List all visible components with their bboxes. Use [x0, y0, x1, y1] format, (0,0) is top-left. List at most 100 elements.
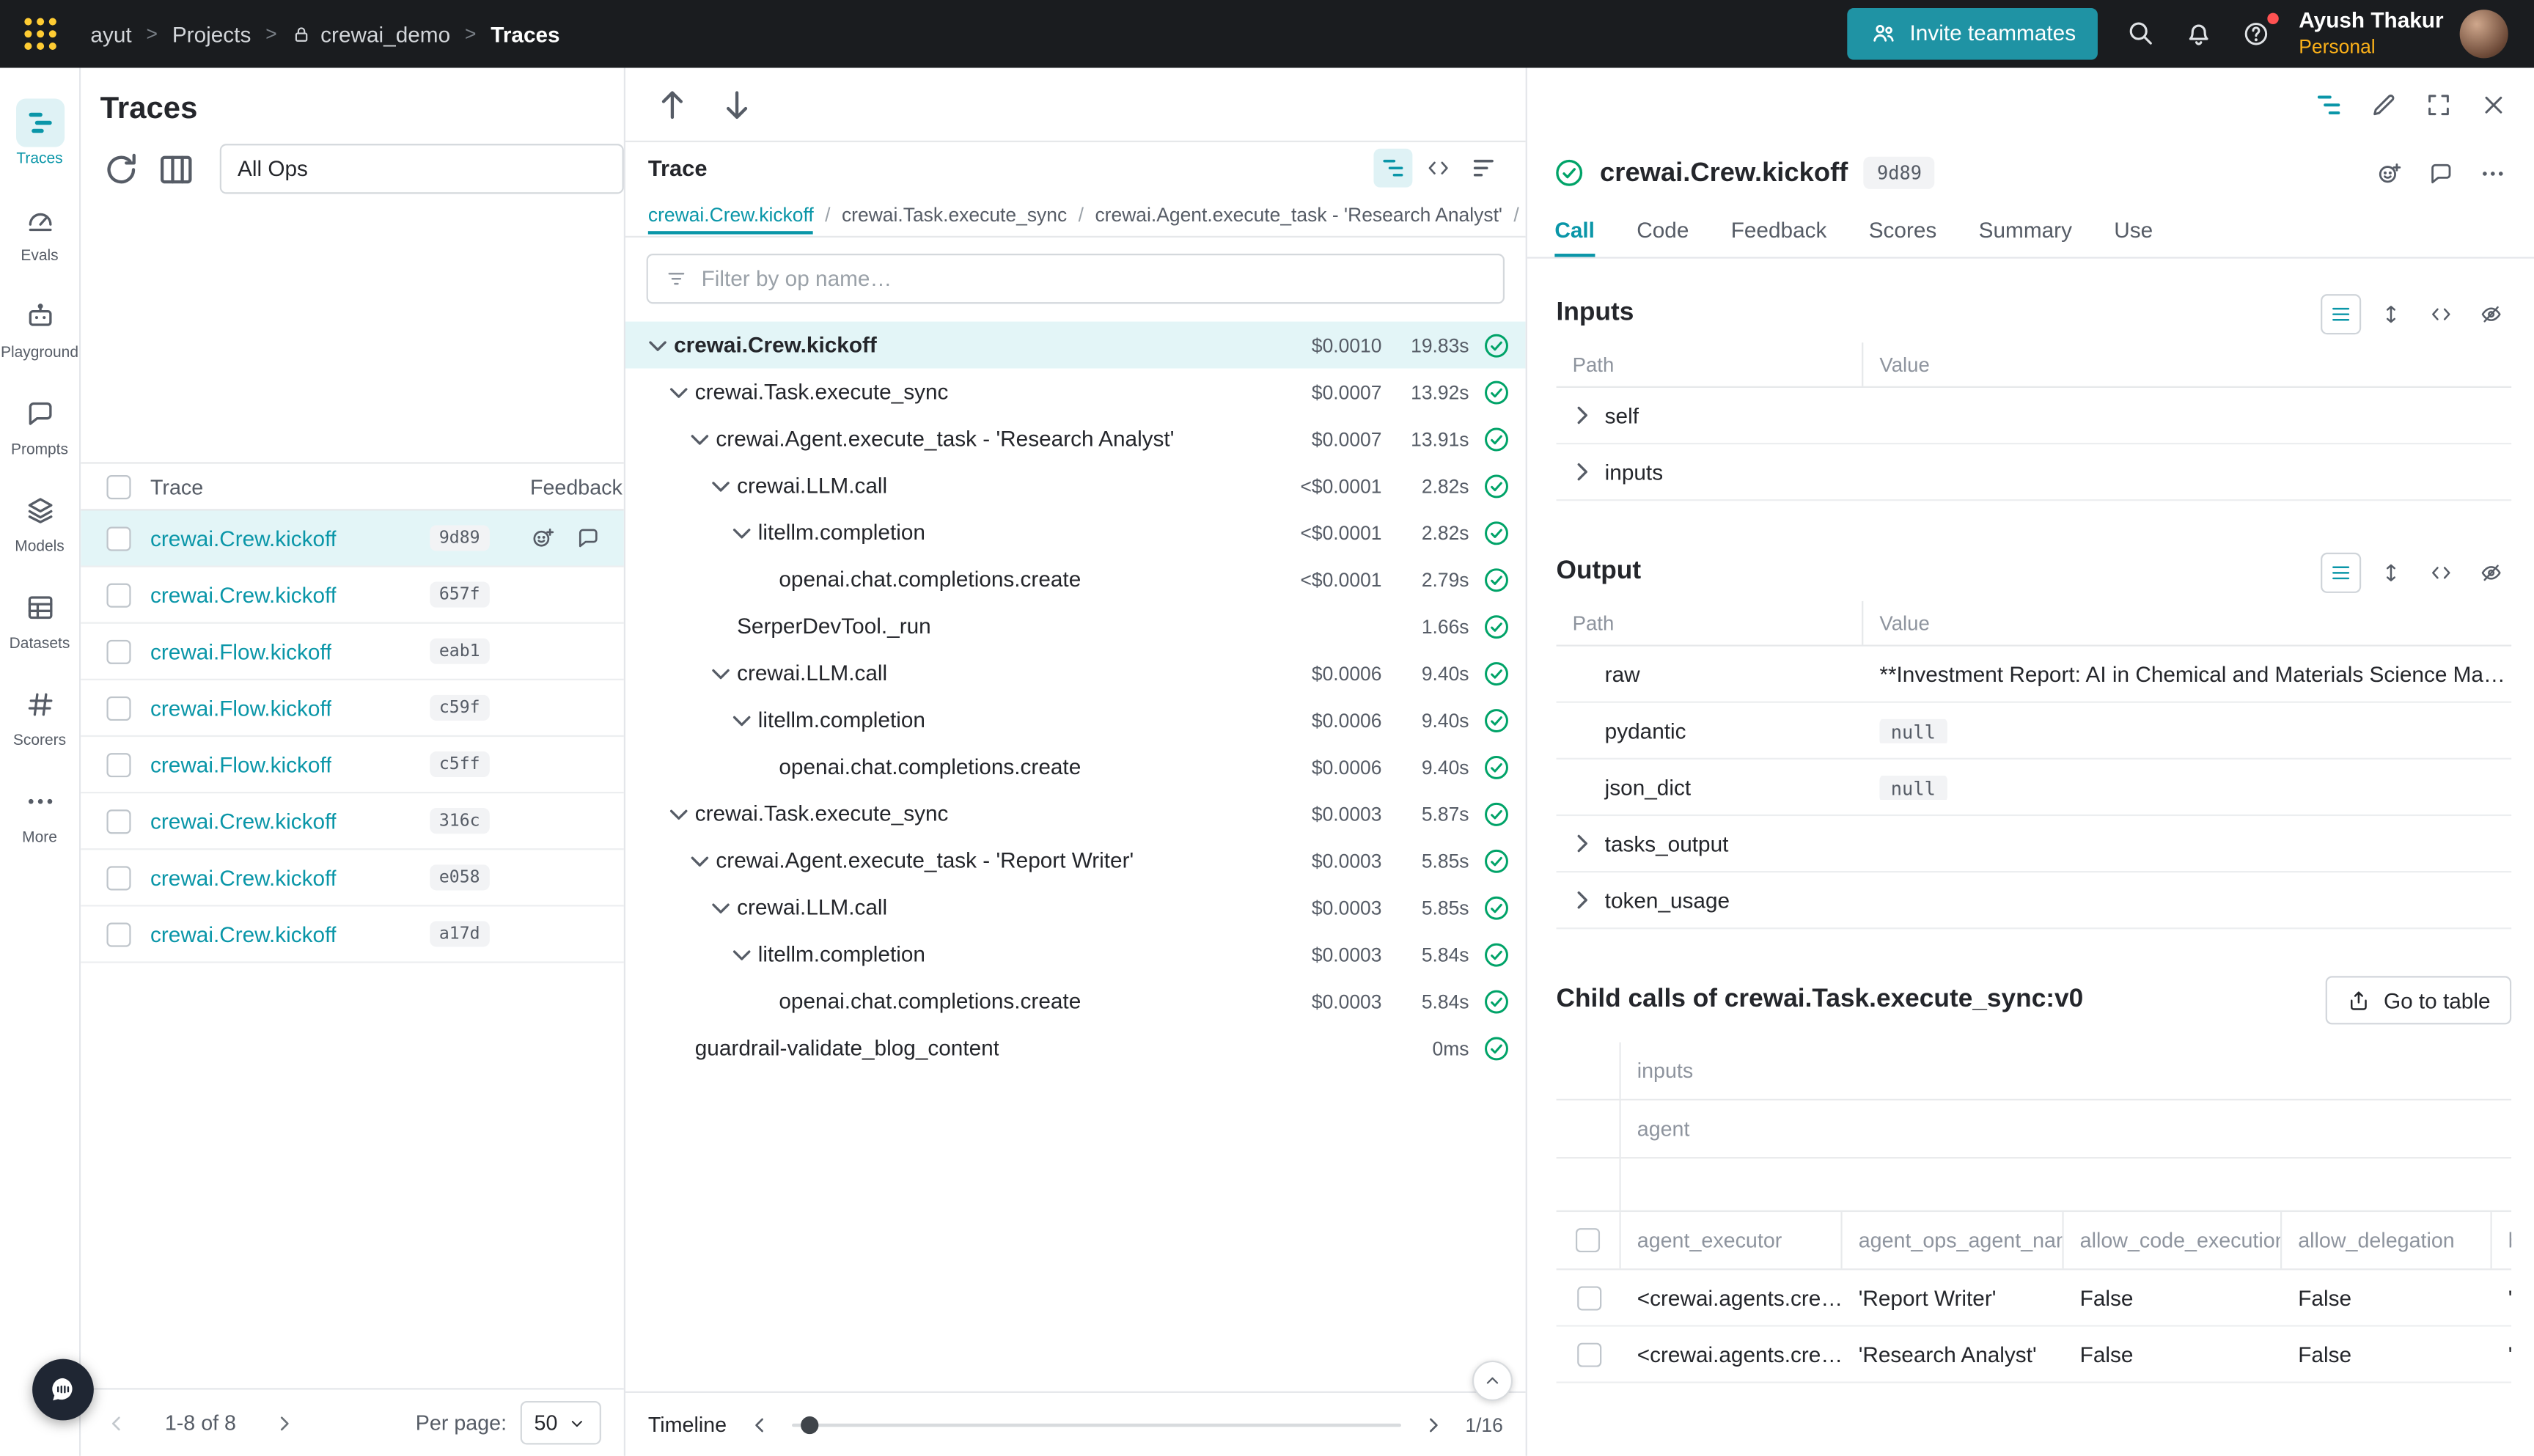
- trace-table-row[interactable]: crewai.Crew.kickoff657f: [81, 567, 624, 624]
- expand-caret-icon[interactable]: [726, 704, 758, 736]
- hide-values-button[interactable]: [2471, 293, 2511, 334]
- expand-caret-icon[interactable]: [726, 938, 758, 970]
- expand-caret-icon[interactable]: [726, 516, 758, 548]
- sidebar-item-scorers[interactable]: Scorers: [0, 669, 79, 759]
- kv-row[interactable]: json_dictnull: [1557, 760, 2512, 816]
- timeline-slider[interactable]: [791, 1423, 1400, 1426]
- trace-table-row[interactable]: crewai.Crew.kickoffe058: [81, 850, 624, 906]
- trace-tree-row[interactable]: openai.chat.completions.create$0.00035.8…: [625, 977, 1526, 1024]
- view-as-code-button[interactable]: [2421, 552, 2461, 592]
- row-checkbox[interactable]: [106, 752, 131, 776]
- notifications-bell-icon[interactable]: [2184, 18, 2215, 49]
- timeline-next-icon[interactable]: [1420, 1411, 1446, 1437]
- trace-tree-row[interactable]: crewai.Task.execute_sync$0.000713.92s: [625, 369, 1526, 416]
- fullscreen-button[interactable]: [2424, 90, 2453, 120]
- trace-tree-row[interactable]: crewai.LLM.call$0.00069.40s: [625, 650, 1526, 696]
- column-settings-button[interactable]: [155, 148, 197, 190]
- user-menu[interactable]: Ayush Thakur Personal: [2299, 7, 2508, 61]
- user-avatar[interactable]: [2460, 10, 2508, 58]
- close-button[interactable]: [2479, 90, 2508, 120]
- next-call-button[interactable]: [716, 84, 757, 125]
- row-checkbox[interactable]: [1576, 1285, 1601, 1309]
- expand-caret-icon[interactable]: [705, 891, 737, 924]
- op-breadcrumb-item[interactable]: crewai.Agent.execute_task - 'Research An…: [1095, 196, 1502, 235]
- sidebar-item-prompts[interactable]: Prompts: [0, 378, 79, 468]
- trace-op-link[interactable]: crewai.Flow.kickoff: [150, 752, 332, 776]
- op-breadcrumb-item[interactable]: crewai.Crew.kickoff: [648, 196, 814, 235]
- ops-filter-dropdown[interactable]: All Ops: [220, 144, 624, 194]
- expand-caret-icon[interactable]: [663, 798, 695, 830]
- trace-tree-row[interactable]: guardrail-validate_blog_content0ms: [625, 1024, 1526, 1071]
- call-id-badge[interactable]: 9d89: [1864, 157, 1934, 189]
- expand-caret-icon[interactable]: [1566, 456, 1598, 488]
- expand-caret-icon[interactable]: [642, 329, 674, 361]
- tab-feedback[interactable]: Feedback: [1731, 218, 1827, 257]
- expand-rows-button[interactable]: [2370, 552, 2411, 592]
- sidebar-item-playground[interactable]: Playground: [0, 282, 79, 372]
- more-menu-icon[interactable]: [2479, 159, 2506, 186]
- flame-view-button[interactable]: [1464, 149, 1503, 188]
- expand-caret-icon[interactable]: [705, 657, 737, 689]
- breadcrumb-item[interactable]: ayut: [90, 22, 131, 46]
- op-breadcrumb-item[interactable]: crewai.Task.execute_sync: [842, 196, 1067, 235]
- trace-op-link[interactable]: crewai.Flow.kickoff: [150, 696, 332, 720]
- kv-row[interactable]: raw**Investment Report: AI in Chemical a…: [1557, 647, 2512, 703]
- op-filter-box[interactable]: [647, 254, 1505, 304]
- trace-op-link[interactable]: crewai.Crew.kickoff: [150, 865, 337, 889]
- kv-row[interactable]: self: [1557, 388, 2512, 444]
- row-checkbox[interactable]: [106, 639, 131, 663]
- sidebar-item-evals[interactable]: Evals: [0, 184, 79, 274]
- chat-support-button[interactable]: [32, 1359, 94, 1421]
- kv-row[interactable]: pydanticnull: [1557, 703, 2512, 760]
- trace-tree-row[interactable]: litellm.completion$0.00069.40s: [625, 696, 1526, 743]
- trace-tree-row[interactable]: openai.chat.completions.create$0.00069.4…: [625, 743, 1526, 790]
- search-icon[interactable]: [2126, 18, 2156, 49]
- tab-use[interactable]: Use: [2114, 218, 2153, 257]
- comment-icon[interactable]: [2428, 159, 2455, 186]
- expand-caret-icon[interactable]: [1566, 827, 1598, 859]
- breadcrumb-item[interactable]: Traces: [491, 22, 559, 46]
- timeline-slider-handle[interactable]: [801, 1416, 818, 1433]
- tree-view-button[interactable]: [1373, 149, 1412, 188]
- next-page-icon[interactable]: [271, 1410, 297, 1435]
- sidebar-item-datasets[interactable]: Datasets: [0, 572, 79, 662]
- op-filter-input[interactable]: [702, 267, 1487, 291]
- trace-table-row[interactable]: crewai.Crew.kickoffa17d: [81, 907, 624, 963]
- edit-button[interactable]: [2369, 90, 2398, 120]
- add-reaction-icon[interactable]: [530, 525, 556, 551]
- trace-tree-row[interactable]: crewai.Crew.kickoff$0.001019.83s: [625, 322, 1526, 369]
- row-checkbox[interactable]: [106, 865, 131, 889]
- trace-table-row[interactable]: crewai.Flow.kickoffc5ff: [81, 737, 624, 793]
- sidebar-item-more[interactable]: More: [0, 766, 79, 856]
- prev-page-icon[interactable]: [103, 1410, 129, 1435]
- trace-tree-row[interactable]: litellm.completion<$0.00012.82s: [625, 509, 1526, 556]
- trace-op-link[interactable]: crewai.Crew.kickoff: [150, 526, 337, 550]
- trace-tree-row[interactable]: crewai.Agent.execute_task - 'Report Writ…: [625, 837, 1526, 884]
- child-call-row[interactable]: <crewai.agents.cre…'Research Analyst'Fal…: [1557, 1327, 2512, 1383]
- refresh-button[interactable]: [100, 148, 142, 190]
- trace-tree-row[interactable]: crewai.Task.execute_sync$0.00035.87s: [625, 790, 1526, 837]
- prev-call-button[interactable]: [651, 84, 693, 125]
- tab-scores[interactable]: Scores: [1869, 218, 1937, 257]
- row-checkbox[interactable]: [106, 922, 131, 946]
- expand-caret-icon[interactable]: [663, 375, 695, 408]
- view-as-list-button[interactable]: [2321, 552, 2361, 592]
- expand-caret-icon[interactable]: [1566, 884, 1598, 916]
- add-reaction-icon[interactable]: [2376, 159, 2403, 186]
- sidebar-item-models[interactable]: Models: [0, 475, 79, 565]
- row-checkbox[interactable]: [1576, 1342, 1601, 1367]
- kv-row[interactable]: inputs: [1557, 444, 2512, 501]
- row-checkbox[interactable]: [106, 526, 131, 550]
- child-call-row[interactable]: <crewai.agents.cre…'Report Writer'FalseF…: [1557, 1270, 2512, 1326]
- toggle-tree-button[interactable]: [2314, 90, 2343, 120]
- trace-tree-row[interactable]: crewai.LLM.call<$0.00012.82s: [625, 462, 1526, 509]
- expand-rows-button[interactable]: [2370, 293, 2411, 334]
- kv-row[interactable]: token_usage: [1557, 872, 2512, 929]
- collapse-panel-button[interactable]: [1472, 1361, 1513, 1401]
- comment-icon[interactable]: [576, 525, 601, 551]
- code-view-button[interactable]: [1419, 149, 1458, 188]
- trace-op-link[interactable]: crewai.Flow.kickoff: [150, 639, 332, 663]
- invite-teammates-button[interactable]: Invite teammates: [1847, 8, 2098, 60]
- expand-caret-icon[interactable]: [1566, 399, 1598, 431]
- trace-table-row[interactable]: crewai.Flow.kickoffeab1: [81, 624, 624, 680]
